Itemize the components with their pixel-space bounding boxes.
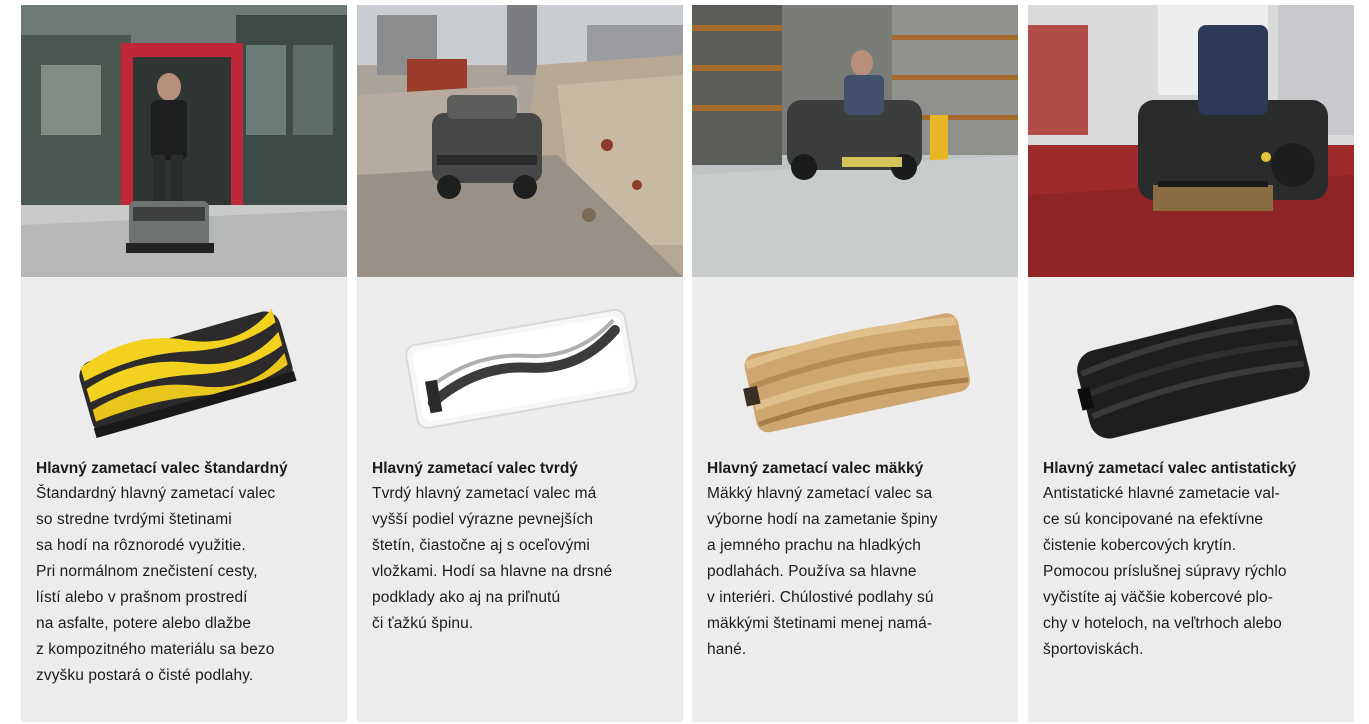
black-antistatic-roller [1028, 277, 1354, 447]
yellow-standard-roller [21, 277, 347, 447]
clear-hard-roller [357, 277, 683, 447]
carpet-hall-photo [1028, 5, 1354, 277]
description-line: či ťažkú špinu. [372, 615, 474, 632]
description-line: z kompozitného materiálu sa bezo [36, 641, 275, 658]
product-title: Hlavný zametací valec antistatický [1043, 460, 1297, 477]
description-line: na asfalte, potere alebo dlažbe [36, 615, 252, 632]
description-line: podlahách. Používa sa hlavne [707, 563, 917, 580]
description-line: športoviskách. [1043, 641, 1144, 658]
description-line: so stredne tvrdými štetinami [36, 511, 232, 528]
description-line: vyšší podiel výrazne pevnejších [372, 511, 594, 528]
description-line: mäkkými štetinami menej namá- [707, 615, 933, 632]
natural-soft-roller [692, 277, 1018, 447]
product-title: Hlavný zametací valec štandardný [36, 460, 288, 477]
street-sweeper-photo [21, 5, 347, 277]
product-card-hard: Hlavný zametací valec tvrdý Tvrdý hlavný… [357, 5, 683, 722]
product-description: Hlavný zametací valec mäkký Mäkký hlavný… [707, 456, 1012, 663]
description-line: Štandardný hlavný zametací valec [36, 485, 276, 502]
description-line: sa hodí na rôznorodé využitie. [36, 537, 246, 554]
product-card-standard: Hlavný zametací valec štandardný Štandar… [21, 5, 347, 722]
description-line: Antistatické hlavné zametacie val- [1043, 485, 1280, 502]
product-title: Hlavný zametací valec mäkký [707, 460, 924, 477]
description-line: vložkami. Hodí sa hlavne na drsné [372, 563, 613, 580]
product-card-antistatic: Hlavný zametací valec antistatický Antis… [1028, 5, 1354, 722]
product-description: Hlavný zametací valec antistatický Antis… [1043, 456, 1348, 663]
description-line: Pri normálnom znečistení cesty, [36, 563, 258, 580]
description-line: ce sú koncipované na efektívne [1043, 511, 1264, 528]
description-line: Pomocou príslušnej súpravy rýchlo [1043, 563, 1287, 580]
description-line: podklady ako aj na priľnutú [372, 589, 561, 606]
description-line: Tvrdý hlavný zametací valec má [372, 485, 597, 502]
description-line: štetín, čiastočne aj s oceľovými [372, 537, 590, 554]
description-line: v interiéri. Chúlostivé podlahy sú [707, 589, 934, 606]
product-description: Hlavný zametací valec tvrdý Tvrdý hlavný… [372, 456, 677, 637]
description-line: čistenie kobercových krytín. [1043, 537, 1237, 554]
description-line: lístí alebo v prašnom prostredí [36, 589, 248, 606]
product-title: Hlavný zametací valec tvrdý [372, 460, 578, 477]
product-card-soft: Hlavný zametací valec mäkký Mäkký hlavný… [692, 5, 1018, 722]
product-description: Hlavný zametací valec štandardný Štandar… [36, 456, 341, 689]
construction-site-photo [357, 5, 683, 277]
description-line: hané. [707, 641, 747, 658]
description-line: výborne hodí na zametanie špiny [707, 511, 938, 528]
description-line: a jemného prachu na hladkých [707, 537, 921, 554]
description-line: chy v hoteloch, na veľtrhoch alebo [1043, 615, 1282, 632]
description-line: vyčistíte aj väčšie kobercové plo- [1043, 589, 1273, 606]
warehouse-photo [692, 5, 1018, 277]
description-line: zvyšku postará o čisté podlahy. [36, 667, 254, 684]
description-line: Mäkký hlavný zametací valec sa [707, 485, 933, 502]
